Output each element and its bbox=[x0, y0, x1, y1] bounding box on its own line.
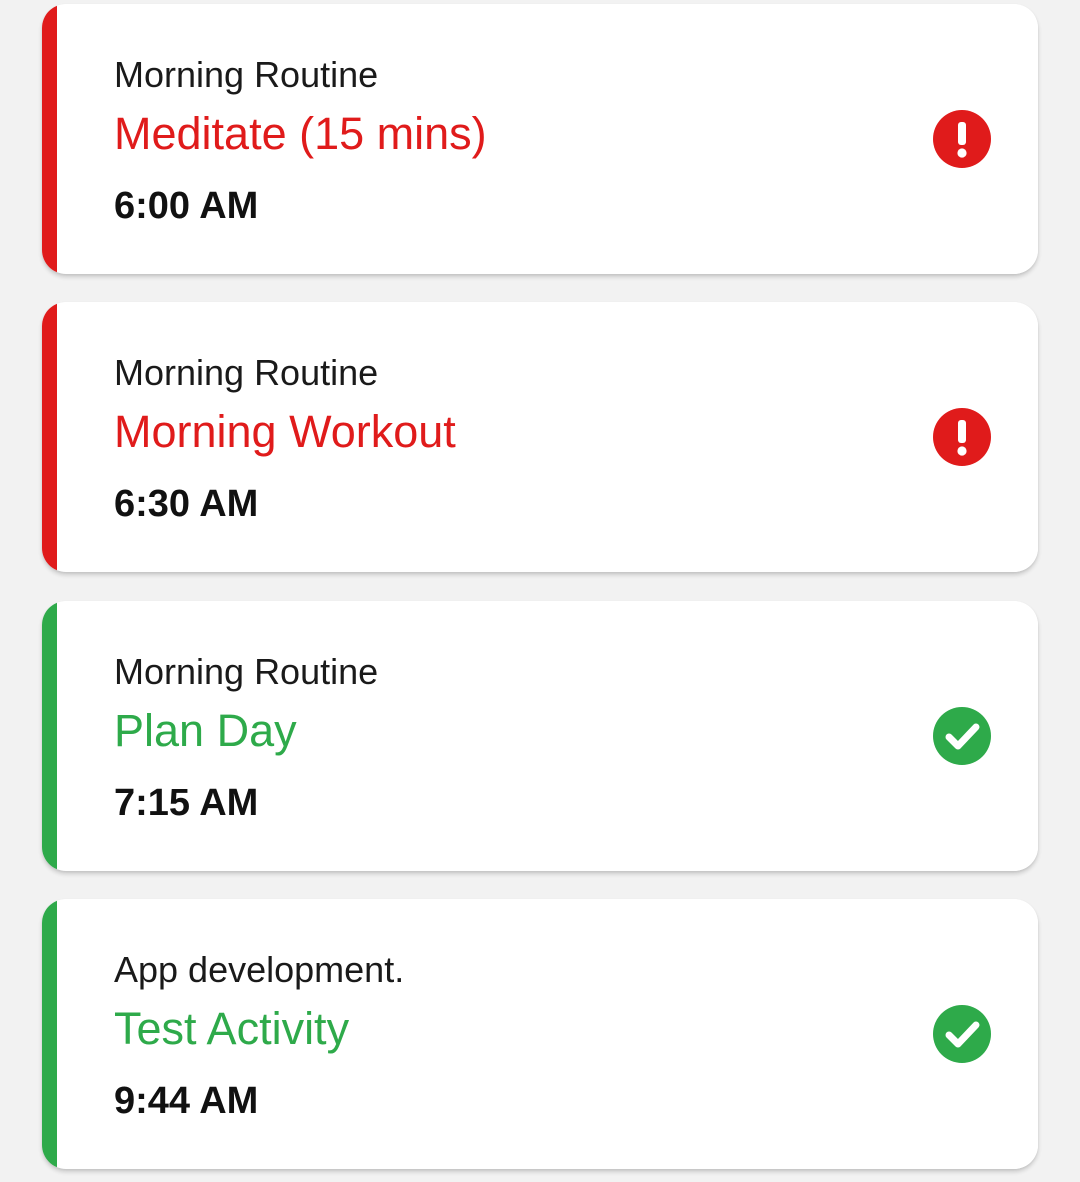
task-card[interactable]: Morning Routine Morning Workout 6:30 AM bbox=[42, 302, 1038, 572]
task-title: Test Activity bbox=[114, 1003, 350, 1054]
task-card-body: Morning Routine Morning Workout 6:30 AM bbox=[57, 302, 1038, 572]
task-card[interactable]: Morning Routine Meditate (15 mins) 6:00 … bbox=[42, 4, 1038, 274]
task-group-label: Morning Routine bbox=[114, 352, 379, 393]
task-time: 6:00 AM bbox=[114, 185, 259, 227]
task-time: 9:44 AM bbox=[114, 1080, 259, 1122]
task-group-label: App development. bbox=[114, 949, 405, 990]
task-card-body: App development. Test Activity 9:44 AM bbox=[57, 899, 1038, 1169]
task-group-label: Morning Routine bbox=[114, 54, 379, 95]
task-card-body: Morning Routine Plan Day 7:15 AM bbox=[57, 601, 1038, 871]
alert-icon bbox=[933, 408, 991, 466]
task-title: Morning Workout bbox=[114, 406, 456, 457]
task-card-body: Morning Routine Meditate (15 mins) 6:00 … bbox=[57, 4, 1038, 274]
task-title: Meditate (15 mins) bbox=[114, 108, 487, 159]
task-time: 6:30 AM bbox=[114, 483, 259, 525]
task-card[interactable]: Morning Routine Plan Day 7:15 AM bbox=[42, 601, 1038, 871]
task-time: 7:15 AM bbox=[114, 782, 259, 824]
alert-icon bbox=[933, 110, 991, 168]
task-list: Morning Routine Meditate (15 mins) 6:00 … bbox=[0, 0, 1080, 1182]
task-card[interactable]: App development. Test Activity 9:44 AM bbox=[42, 899, 1038, 1169]
check-circle-icon bbox=[933, 1005, 991, 1063]
task-title: Plan Day bbox=[114, 705, 297, 756]
check-circle-icon bbox=[933, 707, 991, 765]
task-group-label: Morning Routine bbox=[114, 651, 379, 692]
